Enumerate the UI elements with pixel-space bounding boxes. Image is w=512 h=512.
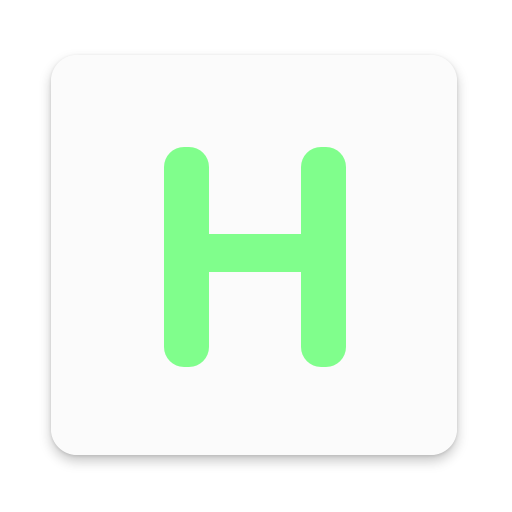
app-icon-tile[interactable] xyxy=(51,55,457,455)
h-crossbar xyxy=(201,234,309,272)
canvas xyxy=(0,0,512,512)
letter-h-icon xyxy=(51,55,457,455)
